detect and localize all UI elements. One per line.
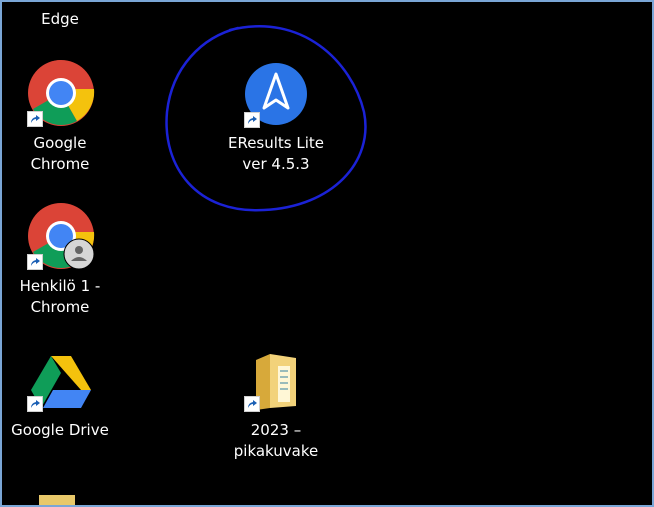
shortcut-arrow-icon bbox=[27, 111, 43, 127]
folder-2023-label-line1: 2023 – bbox=[250, 421, 302, 439]
desktop-icon-google-drive[interactable]: Google Drive bbox=[5, 352, 115, 452]
google-drive-label: Google Drive bbox=[11, 421, 109, 439]
shortcut-arrow-icon bbox=[244, 112, 260, 128]
google-chrome-label-line2: Chrome bbox=[30, 155, 90, 173]
google-chrome-label-line1: Google bbox=[33, 134, 87, 152]
shortcut-arrow-icon bbox=[244, 396, 260, 412]
shortcut-arrow-icon bbox=[27, 254, 43, 270]
henkilo-chrome-label-line1: Henkilö 1 - bbox=[19, 277, 101, 295]
desktop-icon-henkilo-chrome[interactable]: Henkilö 1 - Chrome bbox=[5, 202, 115, 322]
folder-2023-label-line2: pikakuvake bbox=[233, 442, 319, 460]
desktop-icon-folder-2023[interactable]: 2023 – pikakuvake bbox=[221, 350, 331, 470]
shortcut-arrow-icon bbox=[27, 396, 43, 412]
desktop-icon-partial-folder[interactable] bbox=[39, 495, 75, 505]
henkilo-chrome-label-line2: Chrome bbox=[30, 298, 90, 316]
eresults-label-line1: EResults Lite bbox=[227, 134, 325, 152]
desktop-icon-eresults-lite[interactable]: EResults Lite ver 4.5.3 bbox=[221, 62, 331, 182]
eresults-label-line2: ver 4.5.3 bbox=[242, 155, 310, 173]
desktop-icon-google-chrome[interactable]: Google Chrome bbox=[5, 59, 115, 179]
desktop: Edge Google Chrome Henkilö 1 - Chrome Go… bbox=[0, 0, 654, 507]
desktop-icon-edge[interactable]: Edge bbox=[5, 9, 115, 30]
profile-avatar-icon bbox=[63, 238, 95, 276]
edge-label: Edge bbox=[41, 10, 79, 28]
